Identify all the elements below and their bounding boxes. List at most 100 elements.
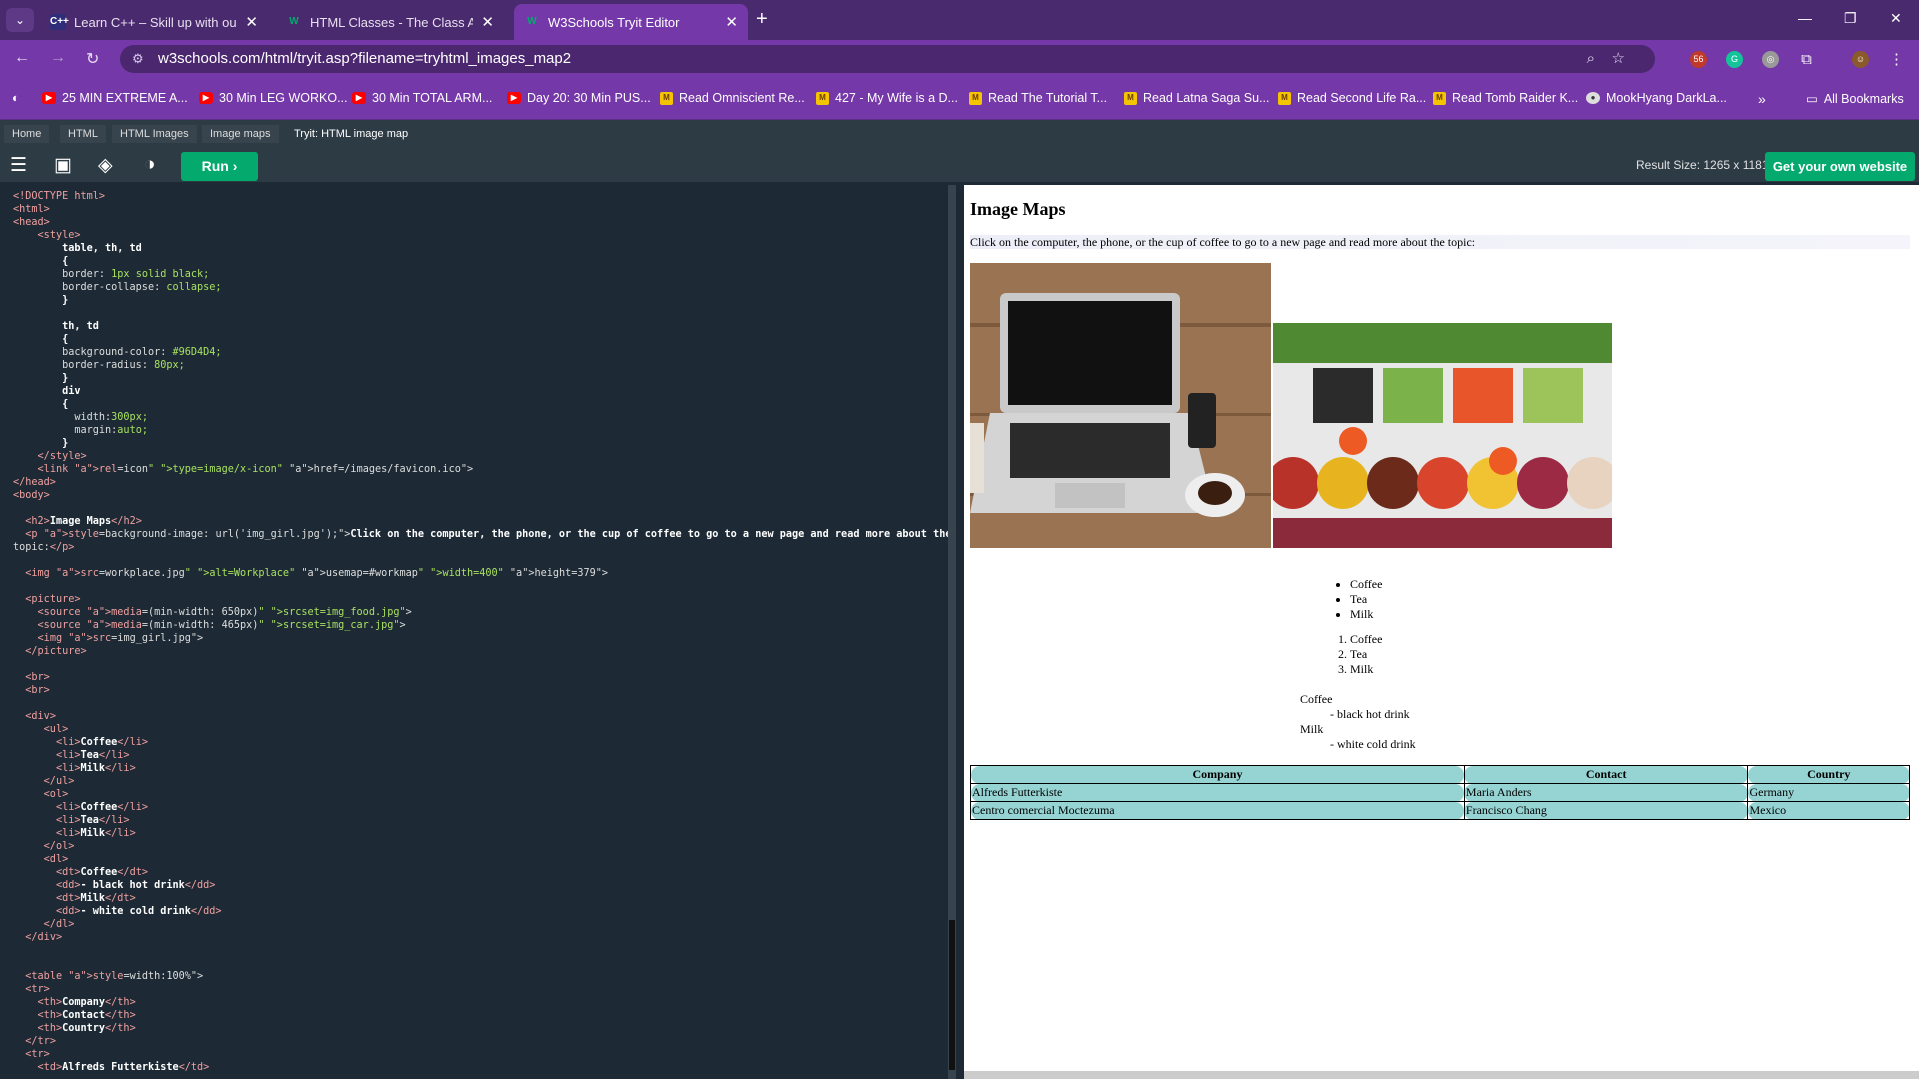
code-editor[interactable]: <!DOCTYPE html> <html> <head> <style> tabl… bbox=[0, 185, 948, 1079]
extension-icon[interactable]: ◎ bbox=[1762, 51, 1779, 68]
bookmark-item[interactable]: M Read Latna Saga Su... bbox=[1124, 91, 1269, 105]
all-bookmarks-button[interactable]: ▭ All Bookmarks bbox=[1806, 91, 1904, 107]
run-button[interactable]: Run › bbox=[181, 152, 258, 181]
workplace-image[interactable] bbox=[970, 263, 1271, 548]
run-label: Run bbox=[201, 158, 229, 174]
bookmark-item[interactable]: M 427 - My Wife is a D... bbox=[816, 91, 958, 105]
theme-contrast-icon[interactable]: ◑ bbox=[144, 154, 155, 176]
bookmark-label: 30 Min TOTAL ARM... bbox=[372, 91, 493, 105]
url-text: w3schools.com/html/tryit.asp?filename=tr… bbox=[158, 50, 572, 67]
menu-icon[interactable]: ☰ bbox=[10, 154, 27, 177]
bookmark-item[interactable]: ▶ 30 Min LEG WORKO... bbox=[199, 91, 348, 105]
breadcrumb-html-images[interactable]: HTML Images bbox=[112, 125, 197, 143]
tab-learn-cpp[interactable]: C++ Learn C++ – Skill up with our fr ✕ bbox=[40, 4, 268, 40]
site-info-icon[interactable]: ⚙ bbox=[132, 45, 144, 73]
minimize-button[interactable]: — bbox=[1798, 10, 1812, 26]
bookmark-label: Read Tomb Raider K... bbox=[1452, 91, 1579, 105]
editor-scrollbar-thumb[interactable] bbox=[949, 920, 955, 1070]
table-cell: Maria Anders bbox=[1463, 783, 1749, 802]
code-line: <br> bbox=[25, 685, 50, 696]
code-line: <ol> bbox=[43, 789, 69, 800]
save-icon[interactable]: ▣ bbox=[54, 154, 72, 177]
bookmark-label: 25 MIN EXTREME A... bbox=[62, 91, 188, 105]
new-tab-button[interactable]: + bbox=[756, 8, 768, 31]
bookmarks-bar: ◐ ▶ 25 MIN EXTREME A... ▶ 30 Min LEG WORKO… bbox=[0, 78, 1919, 120]
code-line: <dd>- white cold drink</dd> bbox=[55, 906, 222, 917]
code-line: <link "a">rel=icon" ">type=image/x-icon"… bbox=[37, 464, 474, 475]
table-row: Centro comercial Moctezuma Francisco Cha… bbox=[970, 801, 1910, 820]
bookmark-item[interactable]: ▶ 30 Min TOTAL ARM... bbox=[352, 91, 492, 105]
definition-list: Coffee - black hot drink Milk - white co… bbox=[1300, 692, 1460, 752]
list-item: Milk bbox=[1350, 662, 1450, 677]
rotate-orientation-icon[interactable]: ◈ bbox=[98, 154, 113, 177]
close-window-button[interactable]: ✕ bbox=[1890, 10, 1902, 27]
youtube-icon: ▶ bbox=[352, 92, 366, 104]
bookmark-item[interactable]: ▶ Day 20: 30 Min PUS... bbox=[507, 91, 651, 105]
code-line: <th>Contact</th> bbox=[37, 1010, 136, 1021]
code-line: <br> bbox=[25, 672, 50, 683]
more-bookmarks-icon[interactable]: » bbox=[1758, 91, 1766, 107]
code-text[interactable]: <!DOCTYPE html> <html> <head> <style> tabl… bbox=[13, 190, 948, 1074]
breadcrumb-current: Tryit: HTML image map bbox=[294, 128, 409, 140]
list-item: Tea bbox=[1350, 592, 1450, 607]
code-line: <dl> bbox=[43, 854, 69, 865]
bookmark-label: Read Latna Saga Su... bbox=[1143, 91, 1270, 105]
code-line: <source "a">media=(min-width: 650px)" ">… bbox=[37, 607, 412, 618]
workplace-illustration bbox=[970, 263, 1271, 548]
menu-kebab-icon[interactable]: ⋮ bbox=[1888, 51, 1905, 68]
result-scrollbar[interactable] bbox=[964, 1071, 1919, 1079]
tab-html-classes[interactable]: W HTML Classes - The Class Attrib ✕ bbox=[276, 4, 504, 40]
bookmark-label: Day 20: 30 Min PUS... bbox=[527, 91, 651, 105]
get-website-button[interactable]: Get your own website bbox=[1765, 152, 1915, 181]
table-cell: Germany bbox=[1747, 783, 1910, 802]
bookmark-label: MookHyang DarkLa... bbox=[1606, 91, 1727, 105]
close-icon[interactable]: ✕ bbox=[725, 13, 738, 31]
extensions-puzzle-icon[interactable]: ⧉ bbox=[1798, 51, 1815, 68]
bookmark-item[interactable]: M Read Omniscient Re... bbox=[660, 91, 805, 105]
code-line: topic:</p> bbox=[13, 542, 75, 553]
manhwa-site-icon: M bbox=[816, 91, 829, 105]
breadcrumb-html[interactable]: HTML bbox=[60, 125, 106, 143]
bookmark-item[interactable]: M Read The Tutorial T... bbox=[969, 91, 1107, 105]
reload-icon[interactable]: ↻ bbox=[86, 49, 99, 69]
restore-button[interactable]: ❐ bbox=[1844, 10, 1857, 27]
tab-search-button[interactable]: ⌄ bbox=[6, 8, 34, 32]
breadcrumb-home[interactable]: Home bbox=[4, 125, 50, 143]
code-line: th, td bbox=[13, 321, 99, 332]
code-line: <td>Alfreds Futterkiste</td> bbox=[37, 1062, 210, 1073]
close-icon[interactable]: ✕ bbox=[481, 13, 494, 31]
bookmark-item[interactable]: ● MookHyang DarkLa... bbox=[1586, 91, 1727, 105]
bookmark-item[interactable]: M Read Second Life Ra... bbox=[1278, 91, 1426, 105]
code-line: <head> bbox=[13, 217, 50, 228]
code-line: <style> bbox=[37, 230, 81, 241]
forward-icon[interactable]: → bbox=[50, 49, 66, 67]
bookmark-folder-icon[interactable]: ◐ bbox=[12, 91, 20, 105]
manhwa-site-icon: M bbox=[1278, 91, 1291, 105]
grammarly-icon[interactable]: G bbox=[1726, 51, 1743, 68]
w3schools-icon: W bbox=[289, 16, 299, 27]
code-line: <li>Milk</li> bbox=[55, 828, 136, 839]
bookmark-star-icon[interactable]: ☆ bbox=[1612, 45, 1625, 73]
code-line: } bbox=[13, 438, 69, 449]
code-line: </dl> bbox=[43, 919, 75, 930]
youtube-icon: ▶ bbox=[507, 92, 521, 104]
breadcrumb-image-maps[interactable]: Image maps bbox=[202, 125, 279, 143]
url-field[interactable]: ⚙ w3schools.com/html/tryit.asp?filename=… bbox=[120, 45, 1655, 73]
close-icon[interactable]: ✕ bbox=[245, 13, 258, 31]
result-paragraph: Click on the computer, the phone, or the… bbox=[970, 235, 1910, 249]
profile-avatar[interactable]: ☺ bbox=[1852, 51, 1869, 68]
table-header-row: Company Contact Country bbox=[970, 765, 1910, 784]
bookmark-label: Read Second Life Ra... bbox=[1297, 91, 1427, 105]
bookmark-item[interactable]: M Read Tomb Raider K... bbox=[1433, 91, 1578, 105]
tab-title: Learn C++ – Skill up with our fr bbox=[74, 14, 238, 30]
extension-badge-icon[interactable]: 56 bbox=[1690, 51, 1707, 68]
code-line: <ul> bbox=[43, 724, 69, 735]
tab-tryit-editor[interactable]: W W3Schools Tryit Editor ✕ bbox=[514, 4, 748, 40]
food-image[interactable] bbox=[1273, 323, 1612, 548]
back-icon[interactable]: ← bbox=[14, 49, 30, 67]
bookmark-item[interactable]: ▶ 25 MIN EXTREME A... bbox=[42, 91, 188, 105]
zoom-icon[interactable]: ⌕ bbox=[1587, 45, 1595, 73]
